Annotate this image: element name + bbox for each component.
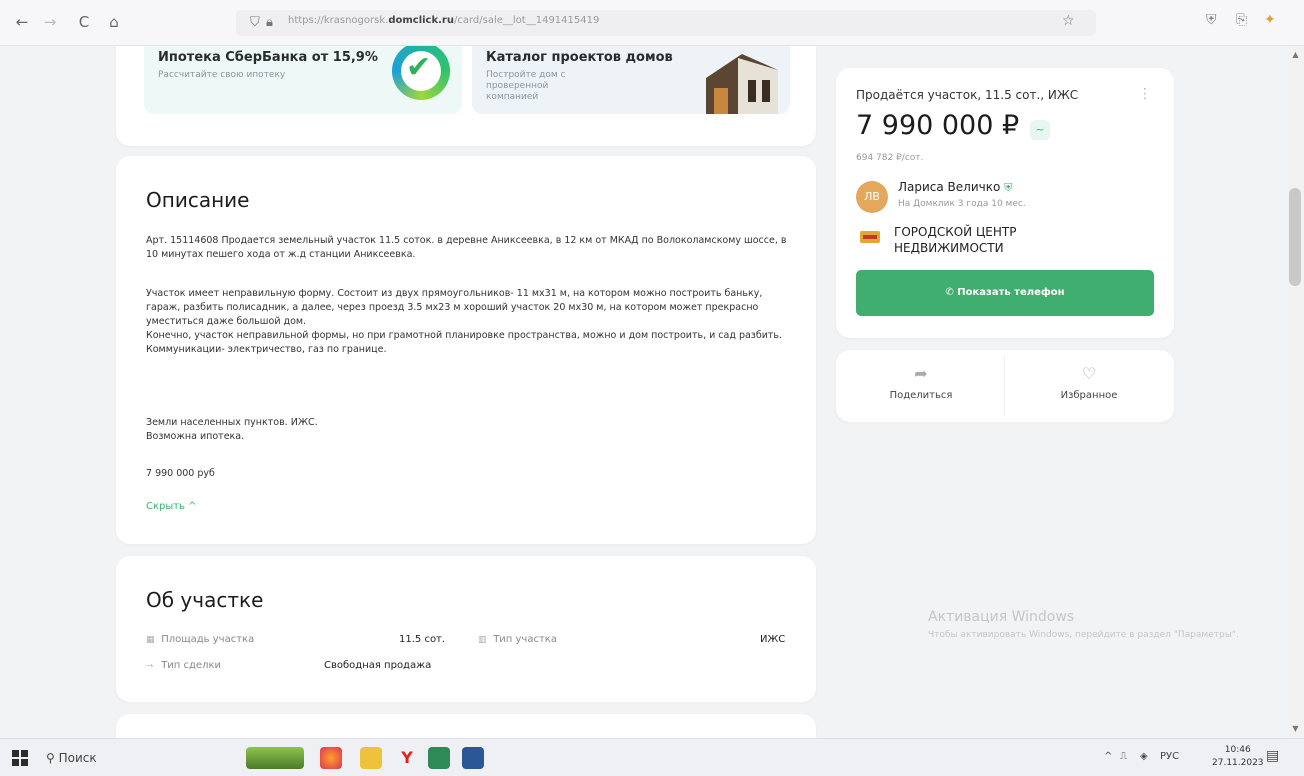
- shield-icon: ⛉: [250, 15, 260, 30]
- agency-name[interactable]: ГОРОДСКОЙ ЦЕНТР НЕДВИЖИМОСТИ: [894, 224, 1094, 256]
- network-icon[interactable]: ⎍: [1120, 751, 1127, 762]
- price-trend-icon[interactable]: ~: [1030, 120, 1050, 140]
- promo-card: Ипотека СберБанка от 15,9% Рассчитайте с…: [116, 46, 816, 146]
- description-block: Земли населенных пунктов. ИЖС. Возможна …: [146, 416, 796, 444]
- checkmark-icon: ✔: [406, 50, 432, 85]
- house-catalog-banner[interactable]: Каталог проектов домов Постройте дом с п…: [472, 46, 790, 114]
- hide-description-link[interactable]: Скрыть ^: [146, 501, 197, 512]
- param-value: Свободная продажа: [324, 660, 432, 671]
- promo-subtitle: Рассчитайте свою ипотеку: [158, 70, 286, 80]
- favorite-button[interactable]: ♡ Избранное: [1004, 350, 1174, 422]
- description-paragraph: Арт. 15114608 Продается земельный участо…: [146, 235, 787, 260]
- clock-time: 10:46: [1224, 745, 1251, 755]
- show-phone-label: Показать телефон: [957, 287, 1065, 298]
- sber-mortgage-banner[interactable]: Ипотека СберБанка от 15,9% Рассчитайте с…: [144, 46, 462, 114]
- windows-activation-watermark: Активация Windows Чтобы активировать Win…: [928, 609, 1258, 641]
- windows-start-icon[interactable]: [12, 750, 28, 766]
- share-label: Поделиться: [889, 390, 953, 401]
- share-button[interactable]: ➦ Поделиться: [836, 350, 1006, 422]
- description-text: Арт. 15114608 Продается земельный участо…: [146, 234, 796, 262]
- home-icon[interactable]: ⌂: [104, 12, 124, 32]
- yandex-browser-icon[interactable]: Y: [396, 747, 418, 769]
- url-text: https://krasnogorsk.domclick.ru/card/sal…: [288, 15, 600, 26]
- deal-type-icon: ⤑: [146, 661, 154, 671]
- param-label: Тип участка: [493, 634, 557, 645]
- seller-tenure: На Домклик 3 года 10 мес.: [898, 199, 1026, 209]
- tray-chevron-icon[interactable]: ^: [1104, 751, 1112, 762]
- param-type: ▥ Тип участка ИЖС: [478, 634, 794, 648]
- offer-title: Продаётся участок, 11.5 сот., ИЖС: [856, 88, 1079, 102]
- param-label: Тип сделки: [161, 660, 222, 671]
- param-value: ИЖС: [760, 634, 786, 645]
- house-illustration-icon: [706, 54, 778, 114]
- windows-taskbar: ⚲ Поиск Y ^ ⎍ ◈ РУС 10:46 27.11.2023 ▤: [0, 738, 1304, 776]
- scroll-up-icon[interactable]: ▲: [1287, 50, 1304, 59]
- heart-icon: ♡: [1081, 364, 1097, 383]
- volume-icon[interactable]: ◈: [1140, 751, 1148, 762]
- profile-icon[interactable]: ✦: [1264, 12, 1276, 28]
- reload-icon[interactable]: C: [74, 12, 94, 32]
- next-card: [116, 714, 816, 738]
- more-options-icon[interactable]: ⋮: [1138, 86, 1152, 102]
- plot-details-card: Об участке ▦ Площадь участка 11.5 сот. ▥…: [116, 556, 816, 702]
- param-label: Площадь участка: [161, 634, 255, 645]
- address-bar[interactable]: ⛉ 🔒︎ https://krasnogorsk.domclick.ru/car…: [236, 10, 1096, 36]
- show-phone-button[interactable]: ✆ Показать телефон: [856, 270, 1154, 316]
- lock-icon: 🔒︎: [266, 15, 273, 30]
- watermark-title: Активация Windows: [928, 609, 1075, 625]
- description-paragraph: Участок имеет неправильную форму. Состои…: [146, 288, 783, 355]
- price-per-unit: 694 782 ₽/сот.: [856, 153, 924, 163]
- promo-title: Каталог проектов домов: [486, 50, 673, 65]
- phone-icon: ✆: [945, 287, 954, 298]
- favorite-label: Избранное: [1060, 390, 1118, 401]
- param-deal: ⤑ Тип сделки Свободная продажа: [146, 660, 462, 674]
- bookmark-star-icon[interactable]: ☆: [1062, 13, 1075, 29]
- search-label: Поиск: [58, 751, 97, 765]
- excel-icon[interactable]: [428, 747, 450, 769]
- clock-date: 27.11.2023: [1212, 758, 1264, 768]
- scroll-thumb[interactable]: [1289, 188, 1301, 286]
- plot-title: Об участке: [146, 588, 264, 612]
- param-value: 11.5 сот.: [399, 634, 446, 645]
- taskbar-app-game-icon[interactable]: [246, 747, 304, 769]
- seller-avatar[interactable]: ЛВ: [856, 181, 888, 213]
- area-icon: ▦: [146, 635, 155, 645]
- file-explorer-icon[interactable]: [360, 747, 382, 769]
- clock[interactable]: 10:46 27.11.2023: [1212, 744, 1264, 770]
- description-block: Участок имеет неправильную форму. Состои…: [146, 287, 796, 357]
- pocket-icon[interactable]: ⛨: [1206, 12, 1217, 28]
- description-paragraph: Земли населенных пунктов. ИЖС. Возможна …: [146, 417, 318, 442]
- description-title: Описание: [146, 188, 250, 212]
- browser-toolbar: ← → C ⌂ ⛉ 🔒︎ https://krasnogorsk.domclic…: [0, 0, 1304, 46]
- watermark-subtitle: Чтобы активировать Windows, перейдите в …: [928, 630, 1239, 640]
- word-icon[interactable]: [462, 747, 484, 769]
- search-icon: ⚲: [46, 751, 55, 765]
- param-area: ▦ Площадь участка 11.5 сот.: [146, 634, 462, 648]
- extensions-icon[interactable]: ⎘: [1236, 12, 1247, 28]
- firefox-icon[interactable]: [320, 747, 342, 769]
- seller-name-text: Лариса Величко: [898, 180, 1001, 194]
- agency-logo-icon: [860, 231, 880, 243]
- page-content: Ипотека СберБанка от 15,9% Рассчитайте с…: [0, 46, 1287, 738]
- page-scrollbar[interactable]: ▲ ▼: [1287, 46, 1304, 738]
- language-indicator[interactable]: РУС: [1160, 751, 1179, 762]
- taskbar-search[interactable]: ⚲ Поиск: [46, 745, 226, 771]
- plot-type-icon: ▥: [478, 635, 487, 645]
- verified-badge-icon: ⛨: [1004, 181, 1013, 194]
- description-price-text: 7 990 000 руб: [146, 468, 215, 479]
- offer-card: Продаётся участок, 11.5 сот., ИЖС ⋮ 7 99…: [836, 68, 1174, 338]
- promo-subtitle: Постройте дом с проверенной компанией: [486, 70, 566, 102]
- price: 7 990 000 ₽: [856, 110, 1020, 141]
- actions-card: ➦ Поделиться ♡ Избранное: [836, 350, 1174, 422]
- description-card: Описание Арт. 15114608 Продается земельн…: [116, 156, 816, 544]
- share-arrow-icon: ➦: [914, 364, 928, 383]
- promo-title: Ипотека СберБанка от 15,9%: [158, 50, 378, 65]
- scroll-down-icon[interactable]: ▼: [1287, 724, 1304, 733]
- forward-arrow-icon[interactable]: →: [40, 12, 60, 32]
- notifications-icon[interactable]: ▤: [1266, 748, 1279, 764]
- back-arrow-icon[interactable]: ←: [12, 12, 32, 32]
- description-block: 7 990 000 руб: [146, 467, 796, 481]
- seller-name[interactable]: Лариса Величко ⛨: [898, 180, 1012, 195]
